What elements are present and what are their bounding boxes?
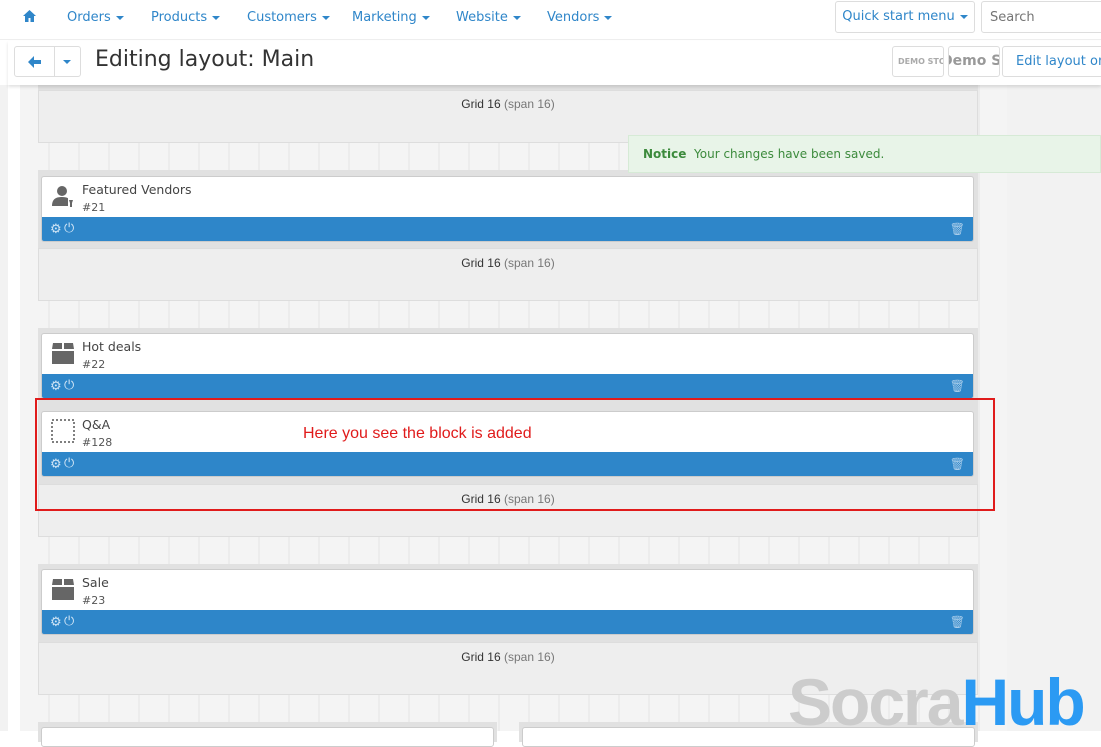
layout-block[interactable]: Sale #23 ⚙ ⏻ 🗑 [41, 569, 974, 635]
layout-block[interactable]: Hot deals #22 ⚙ ⏻ 🗑 [41, 333, 974, 399]
nav-label: Vendors [547, 10, 600, 25]
nav-label: Orders [67, 10, 111, 25]
power-icon[interactable]: ⏻ [64, 614, 74, 629]
annotation-box [35, 398, 995, 511]
block-name: Sale [82, 575, 109, 590]
block-name: Hot deals [82, 339, 142, 354]
nav-label: Products [151, 10, 208, 25]
quick-start-menu-button[interactable]: Quick start menu [835, 1, 975, 33]
nav-vendors[interactable]: Vendors [547, 10, 613, 25]
edit-layout-on-site-button[interactable]: Edit layout on- [1002, 46, 1101, 77]
power-icon[interactable]: ⏻ [64, 378, 74, 393]
caret-down-icon [959, 14, 968, 19]
watermark-logo: SocraHub [788, 665, 1086, 739]
nav-label: Customers [247, 10, 317, 25]
caret-down-icon [63, 60, 71, 64]
grid-label: Grid 16 (span 16) [461, 97, 555, 111]
arrow-left-icon [28, 56, 41, 68]
notice-label: Notice [643, 147, 687, 161]
grid-container-half [38, 722, 497, 747]
demo-store-logo-button-2[interactable]: Demo Store [948, 46, 1000, 77]
edit-layout-label: Edit layout on- [1016, 54, 1101, 69]
caret-down-icon [115, 15, 124, 20]
caret-down-icon [512, 15, 521, 20]
back-button[interactable] [14, 46, 55, 77]
left-gutter [0, 85, 8, 731]
gear-icon[interactable]: ⚙ [50, 379, 62, 394]
block-id: #23 [82, 594, 106, 607]
gear-icon[interactable]: ⚙ [50, 222, 62, 237]
grid-container: Grid 16 (span 16) Featured Vendors #21 ⚙… [38, 170, 978, 301]
nav-products[interactable]: Products [151, 10, 221, 25]
grid-label: Grid 16 (span 16) [461, 650, 555, 664]
nav-label: Website [456, 10, 508, 25]
demo-store-logo-button[interactable]: DEMO STORE [892, 46, 944, 77]
notice-text: Your changes have been saved. [694, 147, 885, 161]
caret-down-icon [321, 15, 330, 20]
power-icon[interactable]: ⏻ [64, 221, 74, 236]
trash-icon[interactable]: 🗑 [950, 379, 965, 393]
box-icon [52, 579, 74, 600]
caret-down-icon [212, 15, 221, 20]
home-icon[interactable] [23, 10, 36, 26]
notice-banner: Notice Your changes have been saved. [628, 135, 1101, 173]
vendor-icon [52, 186, 74, 207]
trash-icon[interactable]: 🗑 [950, 222, 965, 236]
block-toolbar: ⚙ ⏻ 🗑 [42, 610, 973, 634]
box-icon [52, 343, 74, 364]
nav-label: Marketing [352, 10, 417, 25]
page-title: Editing layout: Main [95, 47, 315, 72]
block-name: Featured Vendors [82, 182, 192, 197]
nav-orders[interactable]: Orders [67, 10, 124, 25]
caret-down-icon [604, 15, 613, 20]
back-dropdown-button[interactable] [54, 46, 81, 77]
block-id: #22 [82, 358, 106, 371]
top-navigation: Orders Products Customers Marketing Webs… [0, 0, 1101, 40]
block-toolbar: ⚙ ⏻ 🗑 [42, 217, 973, 241]
demo-logo-text: DEMO STORE [898, 57, 943, 66]
nav-website[interactable]: Website [456, 10, 521, 25]
block-id: #21 [82, 201, 106, 214]
block-toolbar: ⚙ ⏻ 🗑 [42, 374, 973, 398]
gear-icon[interactable]: ⚙ [50, 615, 62, 630]
right-panel [1007, 85, 1101, 731]
search-input[interactable] [981, 1, 1101, 33]
annotation-text: Here you see the block is added [303, 425, 532, 442]
demo-logo-text: Demo Store [949, 53, 999, 69]
grid-label: Grid 16 (span 16) [461, 256, 555, 270]
layout-block[interactable]: Featured Vendors #21 ⚙ ⏻ 🗑 [41, 176, 974, 242]
quick-start-label: Quick start menu [842, 9, 955, 24]
nav-customers[interactable]: Customers [247, 10, 330, 25]
caret-down-icon [421, 15, 430, 20]
nav-marketing[interactable]: Marketing [352, 10, 430, 25]
trash-icon[interactable]: 🗑 [950, 615, 965, 629]
